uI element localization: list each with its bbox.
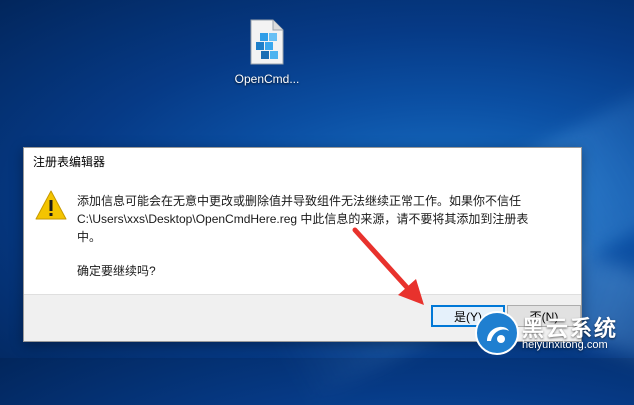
red-arrow-icon <box>352 227 424 305</box>
message-line: C:\Users\xxs\Desktop\OpenCmdHere.reg 中此信… <box>77 212 529 226</box>
dialog-message: 添加信息可能会在无意中更改或删除值并导致组件无法继续正常工作。如果你不信任 C:… <box>77 192 567 246</box>
message-line: 中。 <box>77 230 102 244</box>
confirm-question: 确定要继续吗? <box>77 264 156 278</box>
logo-badge-icon <box>475 311 519 355</box>
desktop-file-label: OpenCmd... <box>234 72 300 86</box>
watermark: 黑云系统 heiyunxitong.com <box>472 305 634 358</box>
registry-file-icon <box>250 19 284 65</box>
watermark-url: heiyunxitong.com <box>522 339 608 351</box>
desktop-file-opencmdhere[interactable]: OpenCmd... <box>226 18 308 86</box>
dialog-content: 添加信息可能会在无意中更改或删除值并导致组件无法继续正常工作。如果你不信任 C:… <box>24 176 581 294</box>
message-line: 添加信息可能会在无意中更改或删除值并导致组件无法继续正常工作。如果你不信任 <box>77 194 522 208</box>
warning-icon <box>35 190 67 220</box>
dialog-title: 注册表编辑器 <box>24 148 581 176</box>
